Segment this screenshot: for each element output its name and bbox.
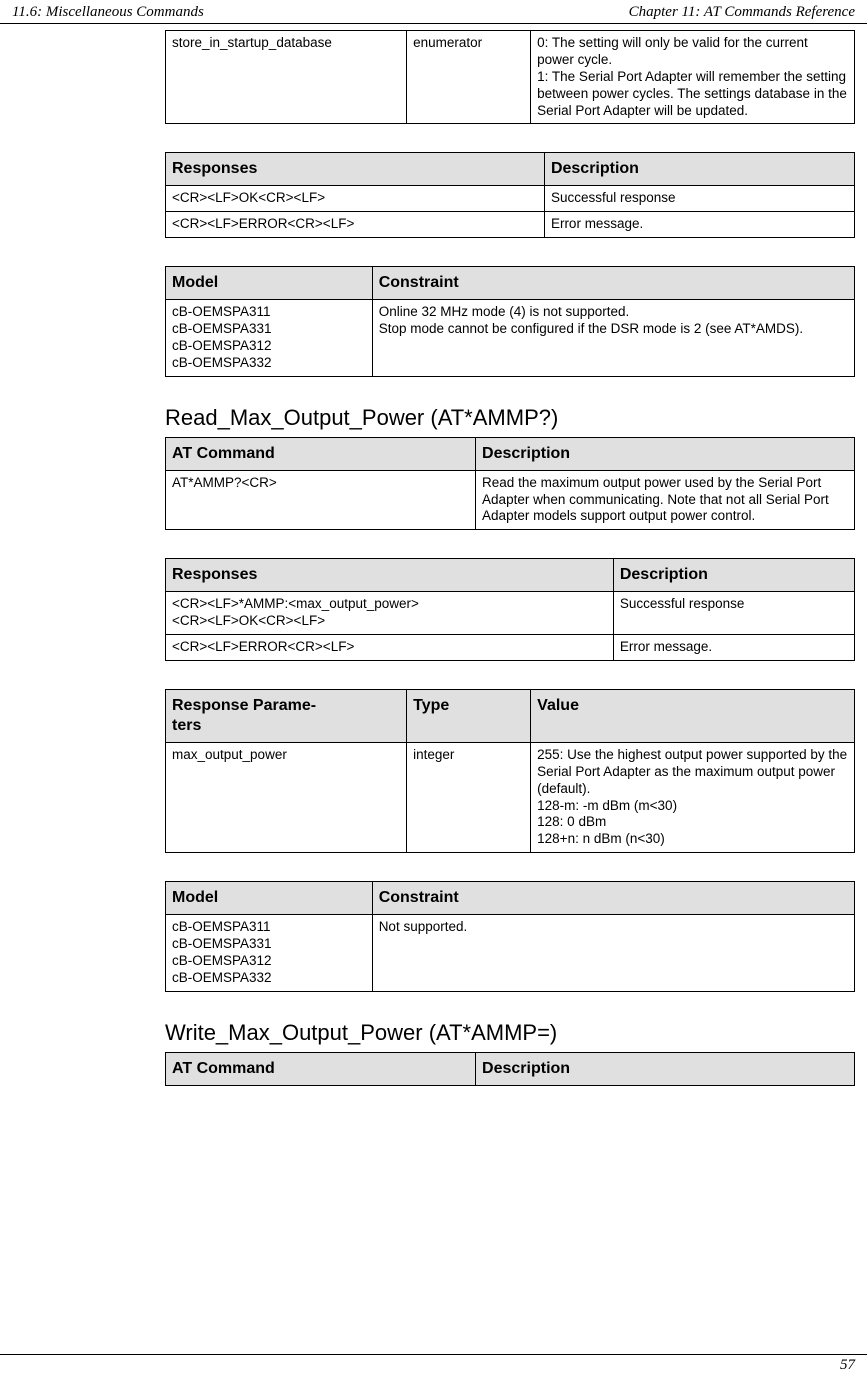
- resp-text: <CR><LF>ERROR<CR><LF>: [166, 635, 614, 661]
- page-header: 11.6: Miscellaneous Commands Chapter 11:…: [0, 0, 867, 23]
- table-at-read: AT Command Description AT*AMMP?<CR> Read…: [165, 437, 855, 531]
- section-title-write: Write_Max_Output_Power (AT*AMMP=): [165, 1020, 855, 1046]
- resp-text: <CR><LF>*AMMP:<max_output_power> <CR><LF…: [166, 592, 614, 635]
- param-name: store_in_startup_database: [166, 31, 407, 124]
- model-list: cB-OEMSPA311 cB-OEMSPA331 cB-OEMSPA312 c…: [166, 915, 373, 992]
- footer-rule: [0, 1354, 867, 1355]
- param-desc: 0: The setting will only be valid for th…: [531, 31, 855, 124]
- table-response-parameters: Response Parame- ters Type Value max_out…: [165, 689, 855, 853]
- table-responses-2: Responses Description <CR><LF>*AMMP:<max…: [165, 558, 855, 661]
- th-model: Model: [166, 882, 373, 915]
- header-rule: [0, 23, 867, 24]
- th-value: Value: [531, 689, 855, 742]
- page-footer: 57: [0, 1354, 867, 1374]
- table-model-constraint-2: Model Constraint cB-OEMSPA311 cB-OEMSPA3…: [165, 881, 855, 992]
- resp-text: <CR><LF>ERROR<CR><LF>: [166, 212, 545, 238]
- th-constraint: Constraint: [372, 267, 854, 300]
- table-model-constraint-1: Model Constraint cB-OEMSPA311 cB-OEMSPA3…: [165, 266, 855, 377]
- table-responses-1: Responses Description <CR><LF>OK<CR><LF>…: [165, 152, 855, 238]
- th-response-parameters: Response Parame- ters: [166, 689, 407, 742]
- resp-desc: Error message.: [613, 635, 854, 661]
- table-at-write: AT Command Description: [165, 1052, 855, 1086]
- th-responses: Responses: [166, 559, 614, 592]
- param-name: max_output_power: [166, 742, 407, 852]
- resp-desc: Error message.: [544, 212, 854, 238]
- section-title-read: Read_Max_Output_Power (AT*AMMP?): [165, 405, 855, 431]
- th-description: Description: [613, 559, 854, 592]
- resp-desc: Successful response: [544, 186, 854, 212]
- th-atcommand: AT Command: [166, 437, 476, 470]
- th-responses: Responses: [166, 153, 545, 186]
- th-type: Type: [407, 689, 531, 742]
- constraint-text: Not supported.: [372, 915, 854, 992]
- header-left: 11.6: Miscellaneous Commands: [12, 4, 204, 21]
- th-description: Description: [476, 1052, 855, 1085]
- resp-desc: Successful response: [613, 592, 854, 635]
- table-store-continued: store_in_startup_database enumerator 0: …: [165, 30, 855, 124]
- th-atcommand: AT Command: [166, 1052, 476, 1085]
- page-content: store_in_startup_database enumerator 0: …: [165, 30, 855, 1086]
- th-model: Model: [166, 267, 373, 300]
- resp-text: <CR><LF>OK<CR><LF>: [166, 186, 545, 212]
- at-cmd: AT*AMMP?<CR>: [166, 470, 476, 530]
- param-type: enumerator: [407, 31, 531, 124]
- th-constraint: Constraint: [372, 882, 854, 915]
- at-desc: Read the maximum output power used by th…: [476, 470, 855, 530]
- th-description: Description: [476, 437, 855, 470]
- model-list: cB-OEMSPA311 cB-OEMSPA331 cB-OEMSPA312 c…: [166, 300, 373, 377]
- constraint-text: Online 32 MHz mode (4) is not supported.…: [372, 300, 854, 377]
- page-number: 57: [0, 1357, 867, 1374]
- param-value: 255: Use the highest output power suppor…: [531, 742, 855, 852]
- param-type: integer: [407, 742, 531, 852]
- th-description: Description: [544, 153, 854, 186]
- header-right: Chapter 11: AT Commands Reference: [629, 4, 855, 21]
